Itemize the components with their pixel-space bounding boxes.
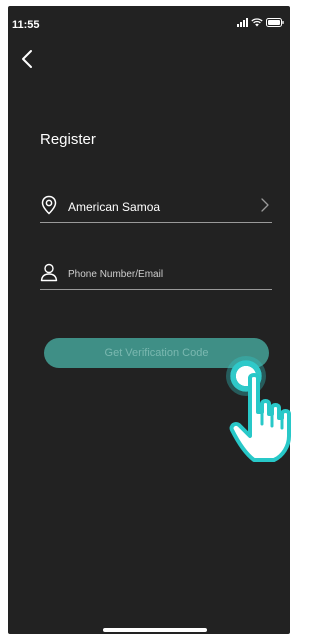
chevron-right-icon <box>261 198 269 212</box>
status-bar: 11:55 <box>8 6 290 40</box>
status-time: 11:55 <box>12 19 40 31</box>
pointing-hand-icon <box>229 373 291 462</box>
contact-field <box>40 259 272 290</box>
status-icons <box>237 18 284 27</box>
user-icon <box>40 263 58 282</box>
back-button[interactable] <box>16 46 38 72</box>
phone-screen: 11:55 Register American Samoa Phone Numb… <box>8 6 291 634</box>
region-selector[interactable]: American Samoa <box>40 192 272 223</box>
location-pin-icon <box>41 195 57 215</box>
wifi-icon <box>251 18 263 27</box>
signal-bars-icon <box>237 18 248 27</box>
page-title: Register <box>40 131 96 148</box>
phone-email-input[interactable] <box>68 263 268 285</box>
battery-icon <box>266 18 284 27</box>
chevron-left-icon <box>22 50 32 68</box>
home-indicator <box>103 628 207 632</box>
region-value: American Samoa <box>68 200 161 214</box>
